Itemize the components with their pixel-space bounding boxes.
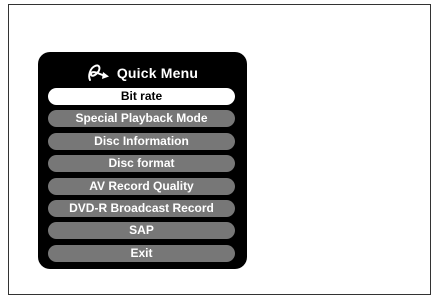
menu-item-exit[interactable]: Exit — [48, 244, 235, 262]
remote-pointer-icon — [88, 64, 109, 81]
screen-frame: Quick Menu Bit rate Special Playback Mod… — [8, 4, 431, 295]
quick-menu-list: Bit rate Special Playback Mode Disc Info… — [48, 88, 235, 267]
menu-item-av-record-quality[interactable]: AV Record Quality — [48, 177, 235, 195]
menu-item-special-playback-mode[interactable]: Special Playback Mode — [48, 110, 235, 128]
quick-menu-panel: Quick Menu Bit rate Special Playback Mod… — [38, 52, 247, 269]
menu-item-disc-information[interactable]: Disc Information — [48, 132, 235, 150]
quick-menu-title: Quick Menu — [116, 65, 199, 81]
quick-menu-header: Quick Menu — [38, 60, 247, 86]
menu-item-bit-rate[interactable]: Bit rate — [48, 88, 235, 105]
menu-item-sap[interactable]: SAP — [48, 222, 235, 240]
menu-item-dvd-r-broadcast-record[interactable]: DVD-R Broadcast Record — [48, 199, 235, 217]
menu-item-disc-format[interactable]: Disc format — [48, 155, 235, 173]
